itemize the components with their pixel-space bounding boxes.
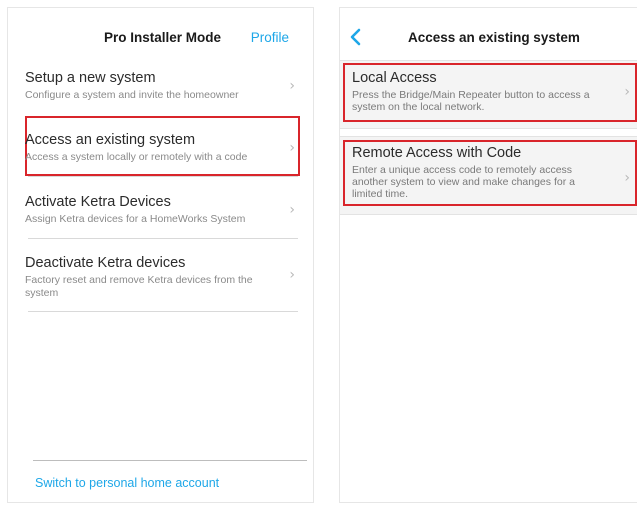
menu-item-subtitle: Factory reset and remove Ketra devices f… — [25, 274, 253, 299]
divider — [340, 214, 637, 215]
menu-item-title: Access an existing system — [25, 132, 196, 148]
chevron-right-icon: › — [289, 267, 295, 283]
profile-link[interactable]: Profile — [251, 30, 289, 45]
menu-item-deactivate-ketra[interactable]: Deactivate Ketra devices Factory reset a… — [25, 255, 307, 300]
chevron-right-icon: › — [624, 170, 630, 186]
menu-item-activate-ketra[interactable]: Activate Ketra Devices Assign Ketra devi… — [25, 194, 307, 226]
chevron-left-icon[interactable] — [348, 27, 364, 47]
menu-item-setup-new-system[interactable]: Setup a new system Configure a system an… — [25, 70, 307, 102]
menu-item-local-access[interactable]: Local Access Press the Bridge/Main Repea… — [352, 70, 632, 113]
divider — [28, 311, 298, 312]
menu-item-subtitle: Enter a unique access code to remotely a… — [352, 164, 575, 200]
screenshot-stage: Pro Installer Mode Profile Setup a new s… — [0, 0, 637, 505]
menu-item-title: Deactivate Ketra devices — [25, 255, 186, 271]
divider — [28, 238, 298, 239]
page-title: Access an existing system — [408, 30, 580, 45]
menu-item-subtitle: Press the Bridge/Main Repeater button to… — [352, 89, 590, 113]
menu-item-title: Local Access — [352, 70, 437, 86]
divider — [340, 136, 637, 137]
menu-item-title: Remote Access with Code — [352, 145, 522, 161]
pro-installer-screen: Pro Installer Mode Profile Setup a new s… — [7, 7, 314, 503]
chevron-right-icon: › — [289, 140, 295, 156]
page-title: Pro Installer Mode — [104, 30, 222, 45]
divider — [340, 60, 637, 61]
chevron-right-icon: › — [289, 202, 295, 218]
menu-item-title: Activate Ketra Devices — [25, 194, 171, 210]
footer-divider — [33, 460, 307, 461]
chevron-right-icon: › — [624, 84, 630, 100]
menu-item-access-existing-system[interactable]: Access an existing system Access a syste… — [25, 132, 307, 164]
header: Pro Installer Mode Profile — [8, 8, 313, 58]
menu-item-remote-access-code[interactable]: Remote Access with Code Enter a unique a… — [352, 145, 632, 200]
menu-item-subtitle: Access a system locally or remotely with… — [25, 151, 248, 163]
divider — [340, 128, 637, 129]
switch-account-link[interactable]: Switch to personal home account — [35, 476, 219, 490]
access-existing-system-screen: Access an existing system Local Access P… — [339, 7, 637, 503]
chevron-right-icon: › — [289, 78, 295, 94]
menu-item-title: Setup a new system — [25, 70, 156, 86]
divider — [28, 176, 298, 177]
menu-item-subtitle: Assign Ketra devices for a HomeWorks Sys… — [25, 213, 246, 225]
menu-item-subtitle: Configure a system and invite the homeow… — [25, 89, 239, 101]
